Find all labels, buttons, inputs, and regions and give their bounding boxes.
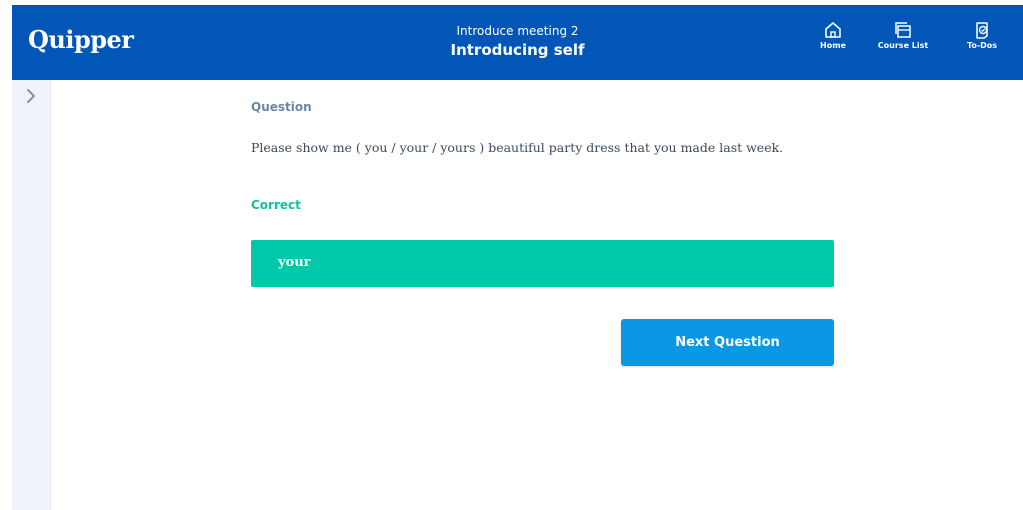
nav-home-label: Home (820, 41, 846, 50)
todos-icon (976, 22, 988, 39)
header-titles: Introduce meeting 2 Introducing self (12, 23, 1023, 61)
outer-margin (0, 0, 12, 510)
question-text: Please show me ( you / your / yours ) be… (251, 140, 784, 155)
nav-todos-label: To-Dos (966, 41, 998, 50)
next-question-button[interactable]: Next Question (621, 319, 834, 366)
nav-home[interactable]: Home (809, 21, 857, 50)
home-icon (825, 22, 841, 38)
nav-course-list[interactable]: Course List (874, 21, 932, 50)
answer-box: your (251, 240, 834, 287)
lesson-title: Introducing self (450, 41, 585, 59)
answer-text: your (278, 255, 311, 270)
nav-course-list-label: Course List (877, 41, 929, 50)
app-header: Quipper Introduce meeting 2 Introducing … (12, 5, 1023, 80)
result-label: Correct (251, 198, 301, 212)
lesson-subtitle: Introduce meeting 2 (456, 24, 579, 38)
sidebar (12, 80, 51, 510)
course-list-icon (895, 22, 911, 38)
nav-todos[interactable]: To-Dos (958, 21, 1006, 50)
question-label: Question (251, 100, 312, 114)
chevron-right-icon[interactable] (24, 88, 38, 104)
